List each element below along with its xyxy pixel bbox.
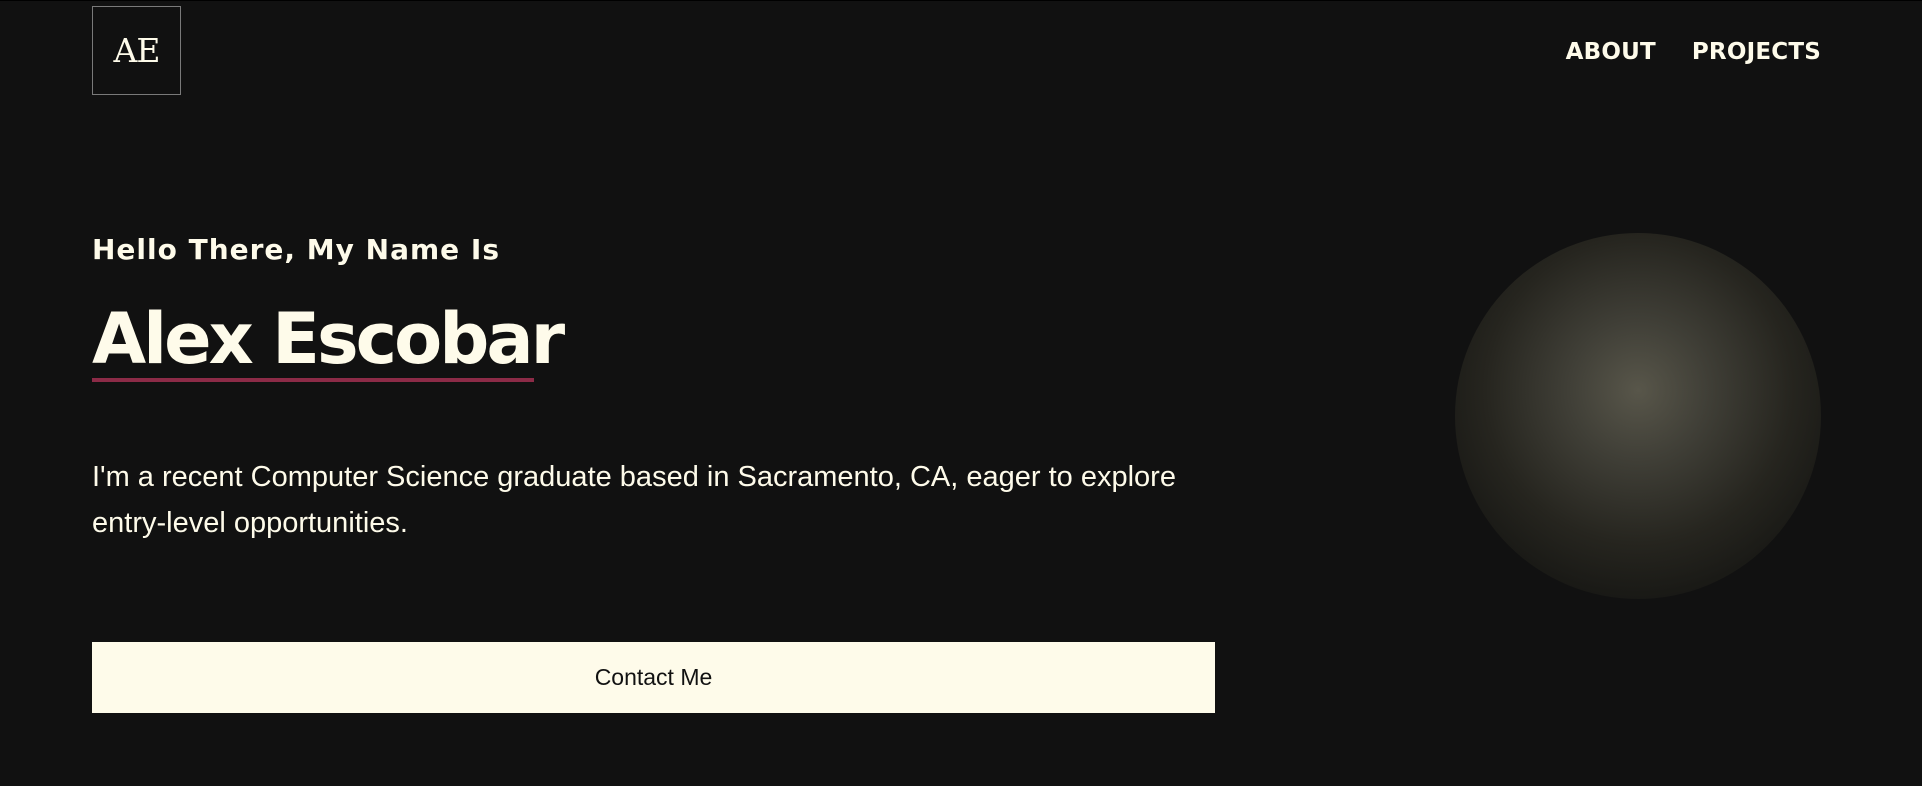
nav-about-link[interactable]: ABOUT [1566, 37, 1656, 68]
name-underline-divider [92, 378, 534, 382]
hero-name: Alex Escobar [92, 298, 565, 380]
nav-projects-link[interactable]: PROJECTS [1692, 37, 1821, 68]
hero-intro: I'm a recent Computer Science graduate b… [92, 461, 1176, 539]
main-nav: ABOUT PROJECTS [1566, 37, 1821, 68]
hero-greeting: Hello There, My Name Is [92, 233, 500, 266]
glowing-orb-graphic [1455, 233, 1821, 599]
logo[interactable]: AE [92, 6, 181, 95]
contact-me-button[interactable]: Contact Me [92, 642, 1215, 713]
